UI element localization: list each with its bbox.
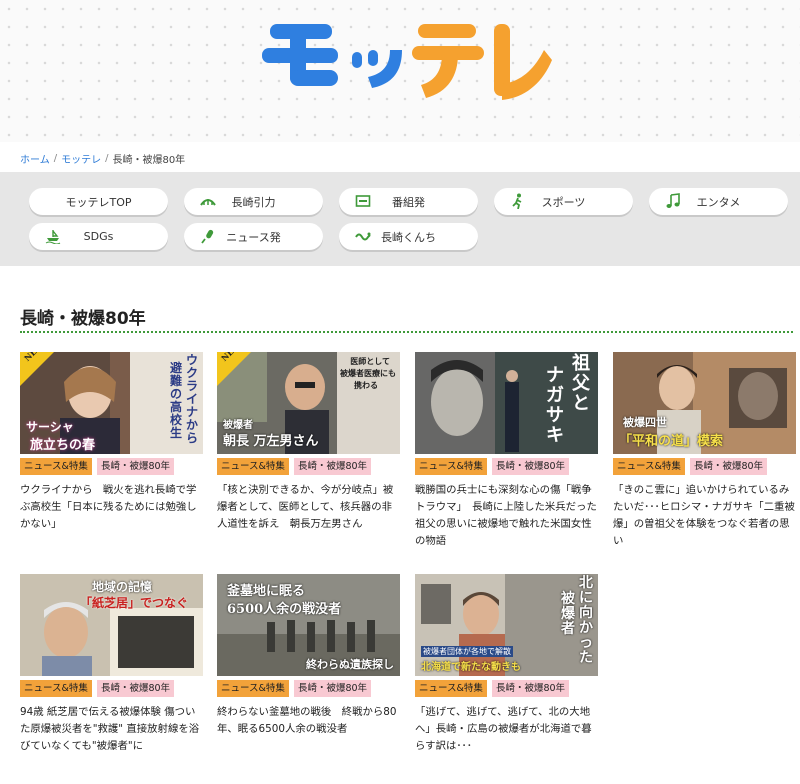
thumbnail-caption: 6500人余の戦没者 — [227, 602, 342, 617]
tag-news[interactable]: ニュース&特集 — [217, 458, 289, 475]
tag-series[interactable]: 長崎・被爆80年 — [293, 458, 372, 475]
site-header — [0, 0, 800, 142]
tag-news[interactable]: ニュース&特集 — [217, 680, 289, 697]
thumbnail-caption: 北海道で新たな動きも — [421, 662, 521, 673]
article-thumbnail[interactable]: 地域の記憶 「紙芝居」でつなぐ — [20, 574, 203, 676]
article-thumbnail[interactable]: 北に向かった 被爆者 被爆者団体が各地で解散 北海道で新たな動きも — [415, 574, 598, 676]
bridge-icon — [200, 199, 216, 206]
article-title[interactable]: 94歳 紙芝居で伝える被爆体験 傷ついた原爆被災者を"救護" 直接放射線を浴びて… — [20, 704, 203, 755]
tag-news[interactable]: ニュース&特集 — [415, 680, 487, 697]
tag-series[interactable]: 長崎・被爆80年 — [96, 458, 175, 475]
thumbnail-caption: 被爆者 — [223, 420, 253, 431]
tag-news[interactable]: ニュース&特集 — [415, 458, 487, 475]
article-title[interactable]: ウクライナから 戦火を逃れ長崎で学ぶ高校生「日本に残るためには勉強しかない」 — [20, 482, 203, 533]
article-title[interactable]: 「核と決別できるか、今が分岐点」被爆者として、医師として、核兵器の非人道性を訴え… — [217, 482, 400, 533]
thumbnail-caption: 被爆者 — [561, 591, 575, 637]
nav-item-label: 番組発 — [392, 195, 425, 209]
article-card[interactable]: NEW ウクライナから 避難の高校生 サーシャ 旅立ちの春 ニュース&特集 長崎… — [20, 352, 203, 530]
nav-item-label: 長崎くんち — [381, 230, 436, 244]
thumbnail-caption: 祖父と — [572, 353, 590, 414]
section-divider — [20, 331, 793, 333]
thumbnail-caption: 被爆四世 — [623, 416, 667, 429]
thumbnail-caption: サーシャ — [26, 420, 74, 434]
breadcrumb-home-link[interactable]: ホーム — [20, 151, 50, 166]
article-title[interactable]: 終わらない釜墓地の戦後 終戦から80年、眠る6500人余の戦没者 — [217, 704, 400, 738]
article-title[interactable]: 「きのこ雲に」追いかけられているみたいだ･･･ヒロシマ・ナガサキ「二重被爆」の曽… — [613, 482, 796, 550]
nav-item-sdgs[interactable]: SDGs — [29, 223, 168, 250]
thumbnail-caption: 終わらぬ遺族探し — [306, 658, 394, 671]
nav-item-entame[interactable]: エンタメ — [649, 188, 788, 215]
tag-series[interactable]: 長崎・被爆80年 — [96, 680, 175, 697]
tag-news[interactable]: ニュース&特集 — [20, 458, 92, 475]
breadcrumb-separator: / — [53, 152, 58, 164]
nav-item-mottele-top[interactable]: モッテレTOP — [29, 188, 168, 215]
nav-item-label: エンタメ — [696, 195, 741, 209]
thumbnail-caption: 地域の記憶 — [92, 580, 153, 594]
thumbnail-caption: 医師として — [350, 356, 390, 366]
article-card[interactable]: 被爆四世 「平和の道」模索 ニュース&特集 長崎・被爆80年 「きのこ雲に」追い… — [613, 352, 796, 547]
article-tags: ニュース&特集 長崎・被爆80年 — [20, 680, 175, 697]
thumbnail-caption: ウクライナから — [186, 353, 199, 445]
nav-item-news[interactable]: ニュース発 — [184, 223, 323, 250]
article-card[interactable]: 釜墓地に眠る 6500人余の戦没者 終わらぬ遺族探し ニュース&特集 長崎・被爆… — [217, 574, 400, 735]
breadcrumb-separator: / — [105, 152, 109, 164]
article-card[interactable]: 北に向かった 被爆者 被爆者団体が各地で解散 北海道で新たな動きも ニュース&特… — [415, 574, 598, 752]
thumbnail-caption: 「紙芝居」でつなぐ — [80, 596, 189, 610]
article-tags: ニュース&特集 長崎・被爆80年 — [415, 680, 570, 697]
nav-item-label: 長崎引力 — [231, 195, 276, 209]
breadcrumb-current: 長崎・被爆80年 — [112, 154, 186, 166]
section-title: 長崎・被爆80年 — [20, 309, 146, 329]
thumbnail-caption: 被爆者団体が各地で解散 — [421, 646, 513, 657]
runner-icon — [512, 193, 522, 209]
tag-series[interactable]: 長崎・被爆80年 — [689, 458, 768, 475]
tag-series[interactable]: 長崎・被爆80年 — [491, 680, 570, 697]
tv-icon — [355, 195, 371, 207]
nav-item-nagasaki-inryoku[interactable]: 長崎引力 — [184, 188, 323, 215]
thumbnail-caption: 釜墓地に眠る — [227, 584, 306, 599]
tag-news[interactable]: ニュース&特集 — [20, 680, 92, 697]
mottele-logo[interactable] — [262, 14, 552, 114]
thumbnail-caption: 携わる — [354, 380, 378, 390]
thumbnail-caption: ナガサキ — [546, 365, 564, 446]
ship-icon — [45, 230, 61, 244]
thumbnail-caption: 朝長 万左男さん — [223, 434, 319, 449]
article-card[interactable]: NEW 医師として 被爆者医療にも 携わる 被爆者 朝長 万左男さん ニュース&… — [217, 352, 400, 530]
article-tags: ニュース&特集 長崎・被爆80年 — [613, 458, 768, 475]
thumbnail-caption: 被爆者医療にも — [340, 368, 396, 378]
music-note-icon — [666, 193, 680, 208]
article-thumbnail[interactable]: 祖父と ナガサキ — [415, 352, 598, 454]
microphone-icon — [201, 229, 214, 244]
breadcrumb: ホーム / モッテレ / 長崎・被爆80年 — [20, 150, 185, 166]
article-tags: ニュース&特集 長崎・被爆80年 — [217, 458, 372, 475]
tag-series[interactable]: 長崎・被爆80年 — [491, 458, 570, 475]
dragon-icon — [355, 232, 371, 241]
article-tags: ニュース&特集 長崎・被爆80年 — [217, 680, 372, 697]
nav-item-label: スポーツ — [541, 195, 586, 209]
thumbnail-caption: 旅立ちの春 — [30, 438, 96, 453]
nav-item-nagasaki-kunchi[interactable]: 長崎くんち — [339, 223, 478, 250]
breadcrumb-mottele-link[interactable]: モッテレ — [61, 151, 101, 166]
article-thumbnail[interactable]: NEW 医師として 被爆者医療にも 携わる 被爆者 朝長 万左男さん — [217, 352, 400, 454]
article-card[interactable]: 祖父と ナガサキ ニュース&特集 長崎・被爆80年 戦勝国の兵士にも深刻な心の傷… — [415, 352, 598, 547]
nav-item-sports[interactable]: スポーツ — [494, 188, 633, 215]
thumbnail-caption: 避難の高校生 — [170, 361, 183, 440]
tag-news[interactable]: ニュース&特集 — [613, 458, 685, 475]
article-title[interactable]: 戦勝国の兵士にも深刻な心の傷「戦争トラウマ」 長崎に上陸した米兵だった祖父の思い… — [415, 482, 598, 550]
nav-item-label: ニュース発 — [226, 230, 281, 244]
article-thumbnail[interactable]: NEW ウクライナから 避難の高校生 サーシャ 旅立ちの春 — [20, 352, 203, 454]
thumbnail-caption: 北に向かった — [579, 575, 593, 666]
article-thumbnail[interactable]: 被爆四世 「平和の道」模索 — [613, 352, 796, 454]
article-title[interactable]: 「逃げて、逃げて、逃げて、北の大地へ」長崎・広島の被爆者が北海道で暮らす訳は･･… — [415, 704, 598, 755]
category-nav: モッテレTOP 長崎引力 番組発 スポーツ エンタメ SDGs ニュース発 長崎… — [0, 172, 800, 266]
nav-item-label: SDGs — [83, 230, 114, 243]
article-tags: ニュース&特集 長崎・被爆80年 — [20, 458, 175, 475]
article-card[interactable]: 地域の記憶 「紙芝居」でつなぐ ニュース&特集 長崎・被爆80年 94歳 紙芝居… — [20, 574, 203, 752]
nav-item-label: モッテレTOP — [65, 195, 132, 209]
article-tags: ニュース&特集 長崎・被爆80年 — [415, 458, 570, 475]
nav-item-bangumi[interactable]: 番組発 — [339, 188, 478, 215]
tag-series[interactable]: 長崎・被爆80年 — [293, 680, 372, 697]
article-thumbnail[interactable]: 釜墓地に眠る 6500人余の戦没者 終わらぬ遺族探し — [217, 574, 400, 676]
thumbnail-caption: 「平和の道」模索 — [619, 434, 724, 449]
